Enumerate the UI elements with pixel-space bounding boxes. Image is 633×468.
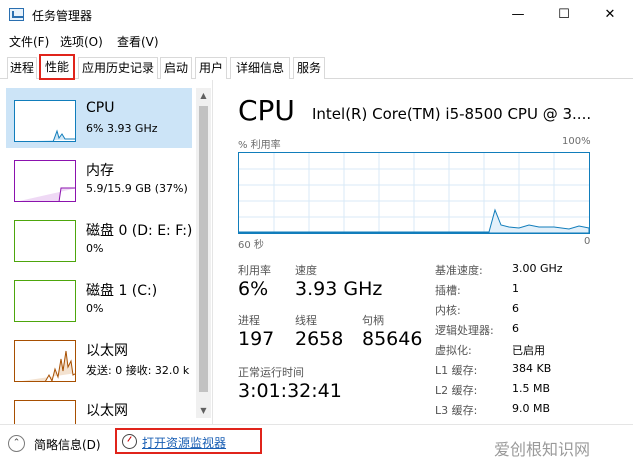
tab-startup[interactable]: 启动	[160, 57, 192, 79]
sidebar-item-label: 磁盘 1 (C:)	[86, 283, 158, 299]
close-button[interactable]: ✕	[587, 0, 633, 30]
maximize-button[interactable]: ☐	[541, 0, 587, 30]
collapse-chevron-icon[interactable]: ⌃	[8, 435, 25, 452]
detail-label: L2 缓存:	[435, 384, 478, 397]
tab-users[interactable]: 用户	[195, 57, 227, 79]
tab-processes[interactable]: 进程	[7, 57, 37, 79]
processes-label: 进程	[238, 314, 260, 327]
sidebar-item-memory[interactable]: 内存 5.9/15.9 GB (37%)	[6, 148, 192, 208]
detail-label: 基准速度:	[435, 264, 483, 277]
sidebar-item-label: 以太网	[86, 343, 128, 359]
detail-value: 9.0 MB	[512, 402, 551, 415]
sidebar-item-cpu[interactable]: CPU 6% 3.93 GHz	[6, 88, 192, 148]
menu-options[interactable]: 选项(O)	[60, 33, 103, 50]
sidebar-item-disk-1[interactable]: 磁盘 1 (C:) 0%	[6, 268, 192, 328]
detail-label: 虚拟化:	[435, 344, 472, 357]
page-title: CPU	[238, 94, 295, 127]
speed-value: 3.93 GHz	[295, 278, 383, 300]
sidebar-item-detail: 0%	[86, 242, 104, 255]
handles-label: 句柄	[362, 314, 384, 327]
resource-sidebar: CPU 6% 3.93 GHz 内存 5.9/15.9 GB (37%) 磁盘 …	[0, 80, 213, 424]
cpu-utilization-graph	[238, 152, 590, 234]
detail-label: 逻辑处理器:	[435, 324, 494, 337]
graph-time-label: 60 秒	[238, 240, 264, 251]
speed-label: 速度	[295, 264, 317, 277]
memory-thumbnail-graph	[14, 160, 76, 202]
tab-app-history[interactable]: 应用历史记录	[78, 57, 158, 79]
tab-services[interactable]: 服务	[293, 57, 325, 79]
graph-utilization-label: % 利用率	[238, 140, 281, 151]
scroll-up-icon[interactable]: ▲	[196, 88, 211, 103]
window-title: 任务管理器	[32, 9, 93, 23]
detail-value: 3.00 GHz	[512, 262, 563, 275]
detail-label: L3 缓存:	[435, 404, 478, 417]
processes-value: 197	[238, 328, 275, 350]
threads-value: 2658	[295, 328, 344, 350]
resource-monitor-icon	[122, 434, 137, 449]
sidebar-item-label: CPU	[86, 100, 115, 116]
uptime-value: 3:01:32:41	[238, 380, 342, 402]
detail-label: L1 缓存:	[435, 364, 478, 377]
graph-zero-label: 0	[584, 236, 591, 247]
threads-label: 线程	[295, 314, 317, 327]
sidebar-scrollbar[interactable]: ▲ ▼	[196, 88, 211, 418]
watermark: 爱创根知识网	[494, 440, 591, 459]
cpu-detail-panel: CPU Intel(R) Core(TM) i5-8500 CPU @ 3...…	[220, 80, 633, 424]
menu-file[interactable]: 文件(F)	[9, 33, 49, 50]
scrollbar-thumb[interactable]	[199, 106, 208, 392]
detail-value: 6	[512, 322, 519, 335]
menu-bar: 文件(F) 选项(O) 查看(V)	[0, 30, 633, 52]
sidebar-item-label: 磁盘 0 (D: E: F:)	[86, 223, 193, 239]
open-resource-monitor-link[interactable]: 打开资源监视器	[142, 434, 226, 451]
ethernet-thumbnail-graph	[14, 340, 76, 382]
detail-value: 1	[512, 282, 519, 295]
tab-details[interactable]: 详细信息	[230, 57, 290, 79]
disk-1-thumbnail-graph	[14, 280, 76, 322]
sidebar-item-detail: 0%	[86, 302, 104, 315]
tab-performance[interactable]: 性能	[39, 54, 75, 80]
sidebar-item-detail: 6% 3.93 GHz	[86, 122, 158, 135]
sidebar-item-disk-0[interactable]: 磁盘 0 (D: E: F:) 0%	[6, 208, 192, 268]
minimize-button[interactable]: —	[495, 0, 541, 30]
graph-max-label: 100%	[562, 136, 591, 147]
detail-label: 插槽:	[435, 284, 461, 297]
detail-label: 内核:	[435, 304, 461, 317]
sidebar-item-ethernet-1[interactable]: 以太网 发送: 0 接收: 32.0 k	[6, 328, 192, 388]
scroll-down-icon[interactable]: ▼	[196, 403, 211, 418]
cpu-model-name: Intel(R) Core(TM) i5-8500 CPU @ 3....	[312, 105, 592, 123]
uptime-label: 正常运行时间	[238, 366, 304, 379]
sidebar-item-detail: 5.9/15.9 GB (37%)	[86, 182, 188, 195]
menu-view[interactable]: 查看(V)	[117, 33, 159, 50]
detail-value: 6	[512, 302, 519, 315]
sidebar-item-label: 内存	[86, 163, 114, 179]
utilization-value: 6%	[238, 278, 269, 300]
tab-bar: 进程 性能 应用历史记录 启动 用户 详细信息 服务	[0, 53, 633, 80]
title-bar: 任务管理器 — ☐ ✕	[0, 0, 633, 30]
detail-value: 384 KB	[512, 362, 552, 375]
task-manager-icon	[9, 8, 24, 21]
utilization-label: 利用率	[238, 264, 271, 277]
ethernet-thumbnail-graph	[14, 400, 76, 424]
detail-value: 已启用	[512, 344, 545, 357]
detail-value: 1.5 MB	[512, 382, 551, 395]
cpu-thumbnail-graph	[14, 100, 76, 142]
disk-0-thumbnail-graph	[14, 220, 76, 262]
sidebar-item-detail: 发送: 0 接收: 32.0 k	[86, 364, 190, 377]
open-resource-monitor-button[interactable]: 打开资源监视器	[115, 428, 262, 454]
fewer-details-link[interactable]: 简略信息(D)	[34, 436, 101, 453]
sidebar-item-ethernet-2[interactable]: 以太网	[6, 388, 192, 424]
sidebar-item-label: 以太网	[86, 403, 128, 419]
handles-value: 85646	[362, 328, 423, 350]
